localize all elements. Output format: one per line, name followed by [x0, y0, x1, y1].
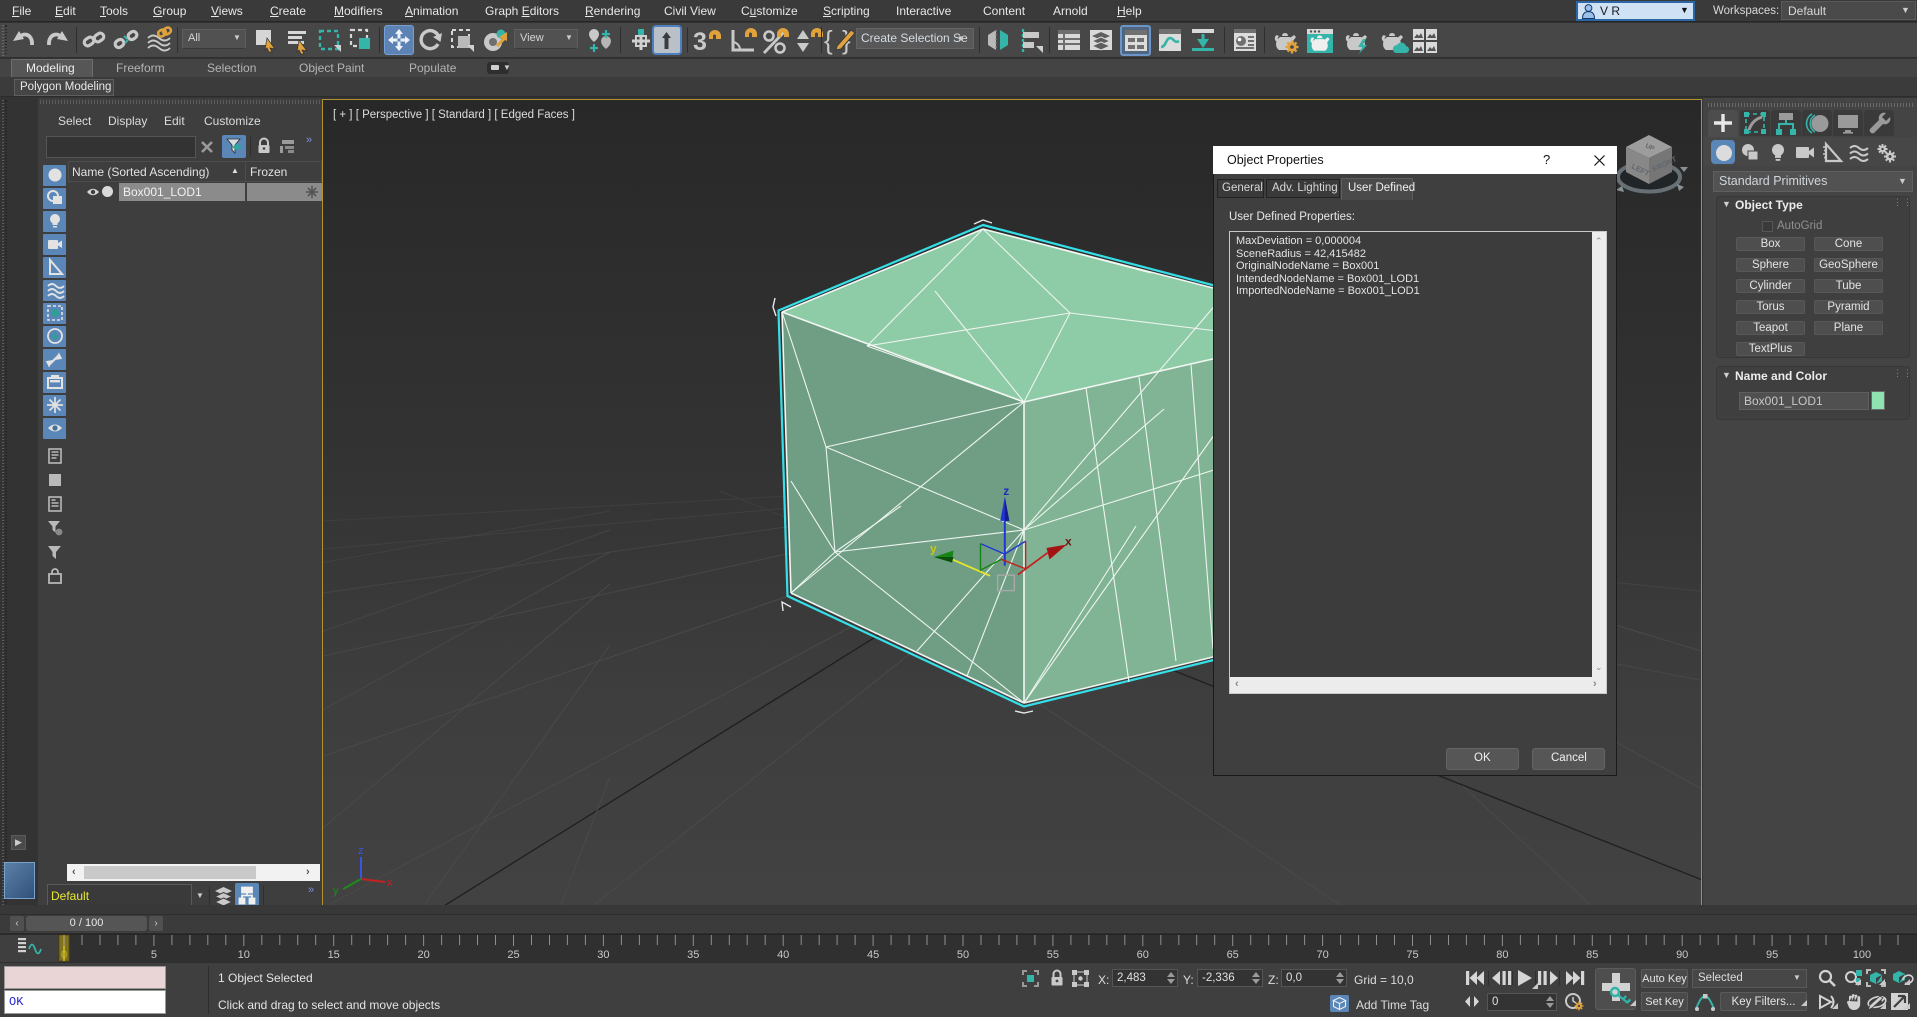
svg-text:40: 40: [777, 949, 789, 961]
svg-text:70: 70: [1316, 949, 1328, 961]
svg-text:60: 60: [1137, 949, 1149, 961]
svg-text:90: 90: [1676, 949, 1688, 961]
svg-text:95: 95: [1766, 949, 1778, 961]
svg-text:25: 25: [507, 949, 519, 961]
svg-text:x: x: [1065, 535, 1072, 549]
svg-text:x: x: [387, 877, 393, 889]
svg-text:20: 20: [417, 949, 429, 961]
svg-text:75: 75: [1406, 949, 1418, 961]
svg-text:100: 100: [1853, 949, 1871, 961]
svg-text:{: {: [824, 25, 833, 55]
svg-text:55: 55: [1047, 949, 1059, 961]
svg-text:z: z: [358, 845, 364, 857]
svg-text:0: 0: [61, 949, 67, 961]
svg-text:30: 30: [597, 949, 609, 961]
svg-text:10: 10: [238, 949, 250, 961]
svg-text:35: 35: [687, 949, 699, 961]
svg-text:80: 80: [1496, 949, 1508, 961]
svg-text:65: 65: [1227, 949, 1239, 961]
svg-text:3: 3: [693, 28, 707, 56]
svg-text:z: z: [1003, 484, 1009, 498]
svg-text:50: 50: [957, 949, 969, 961]
svg-text:y: y: [333, 885, 339, 897]
svg-text:y: y: [930, 542, 937, 556]
svg-text:15: 15: [328, 949, 340, 961]
svg-text:45: 45: [867, 949, 879, 961]
svg-text:85: 85: [1586, 949, 1598, 961]
svg-text:5: 5: [151, 949, 157, 961]
